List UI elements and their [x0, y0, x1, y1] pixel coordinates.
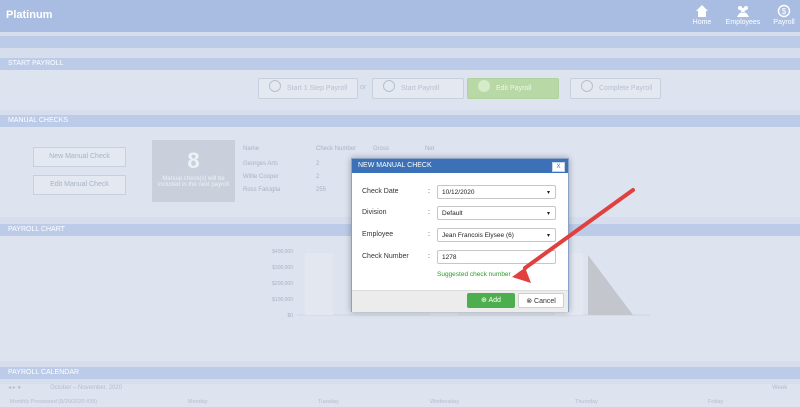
table-cell-name: Georges Arts [243, 161, 279, 167]
table-cell-name: Willie Cooper [243, 174, 279, 180]
svg-text:$: $ [782, 7, 787, 16]
nav-label: Home [692, 19, 712, 26]
close-icon[interactable]: X [552, 162, 565, 172]
nav-label: Employees [725, 19, 761, 26]
nav-label: Payroll [773, 19, 795, 26]
step-number-icon [269, 80, 281, 92]
calendar-day-header: Wednesday [430, 399, 459, 405]
column-header-check-number: Check Number [316, 146, 357, 152]
step-circle-icon [581, 80, 593, 92]
cancel-button[interactable]: ⊗ Cancel [518, 293, 564, 308]
employee-label: Employee [362, 231, 394, 238]
calendar-day-header: Monday [188, 399, 208, 405]
payroll-icon: $ [777, 4, 791, 18]
column-header-name: Name [243, 146, 260, 152]
manual-check-count: 8 [187, 148, 200, 173]
manual-check-count-note: Manual check(s) will be included in the … [157, 176, 230, 188]
calendar-day-header: Thursday [575, 399, 598, 405]
cancel-circle-icon: ⊗ [526, 298, 533, 305]
sub-bar [0, 36, 800, 48]
colon: : [428, 231, 430, 238]
employee-select[interactable]: Jean Francois Elysee (6) ▾ [437, 228, 556, 242]
calendar-day-header: Friday [708, 399, 724, 405]
table-cell-check: 2 [316, 161, 320, 167]
colon: : [428, 188, 430, 195]
table-cell-check: 255 [316, 187, 327, 193]
new-manual-check-button[interactable]: New Manual Check [33, 147, 126, 167]
dialog-header: NEW MANUAL CHECK [352, 159, 568, 173]
calendar-view-button[interactable]: Week [772, 385, 787, 391]
edit-manual-check-button[interactable]: Edit Manual Check [33, 175, 126, 195]
calendar-event[interactable]: Monthly Processed (8/20/2020 #39) [10, 399, 97, 405]
caret-down-icon: ▾ [546, 233, 550, 239]
chart-area [588, 255, 633, 315]
check-date-label: Check Date [362, 188, 399, 195]
start-payroll-button[interactable]: Start Payroll [372, 78, 464, 99]
nav-home[interactable]: Home [683, 2, 721, 32]
colon: : [428, 253, 430, 260]
check-number-label: Check Number [362, 253, 409, 260]
column-header-gross: Gross [373, 146, 390, 152]
calendar-range[interactable]: October – November, 2020 [50, 385, 122, 391]
calendar-day-header: Tuesday [318, 399, 339, 405]
column-header-net: Net [425, 146, 435, 152]
chart-column [305, 253, 333, 315]
table-cell-check: 2 [316, 174, 320, 180]
division-label: Division [362, 209, 387, 216]
start-payroll-header: START PAYROLL [0, 58, 800, 70]
colon: : [428, 209, 430, 216]
nav-employees[interactable]: Employees [724, 2, 762, 32]
division-select[interactable]: Default ▾ [437, 206, 556, 220]
start-one-step-payroll-button[interactable]: Start 1 Step Payroll [258, 78, 358, 99]
dialog-title: NEW MANUAL CHECK [358, 162, 432, 169]
edit-payroll-button[interactable]: Edit Payroll [467, 78, 559, 99]
new-manual-check-dialog: NEW MANUAL CHECK X Check Date : 10/12/20… [351, 158, 569, 312]
check-number-input[interactable]: 1278 [437, 250, 556, 264]
users-icon [737, 6, 749, 17]
nav-payroll[interactable]: $ Payroll [765, 2, 800, 32]
caret-down-icon: ▾ [546, 211, 550, 217]
y-axis-labels: $400,000 $300,000 $200,000 $100,000 $0 [272, 249, 293, 319]
check-icon [383, 80, 395, 92]
manual-checks-header: MANUAL CHECKS [0, 115, 800, 127]
table-cell-name: Ross Falciglia [243, 187, 281, 193]
plus-circle-icon: ⊕ [481, 297, 487, 304]
step-number-icon [478, 80, 490, 92]
app-logo[interactable]: Platinum [6, 9, 52, 21]
suggested-check-number-hint: Suggested check number [437, 271, 511, 278]
y-tick-label: $400,000 [272, 249, 293, 255]
y-tick-label: $0 [287, 313, 293, 319]
y-tick-label: $100,000 [272, 297, 293, 303]
add-button[interactable]: ⊕ Add [467, 293, 515, 308]
calendar-nav[interactable]: ◂ ▸ ● [8, 384, 21, 391]
complete-payroll-button[interactable]: Complete Payroll [570, 78, 661, 99]
manual-check-count-box: 8 Manual check(s) will be included in th… [152, 140, 235, 202]
home-icon [696, 5, 708, 17]
payroll-calendar-header: PAYROLL CALENDAR [0, 367, 800, 379]
y-tick-label: $300,000 [272, 265, 293, 271]
top-bar [0, 0, 800, 32]
y-tick-label: $200,000 [272, 281, 293, 287]
or-separator: or [360, 84, 367, 91]
caret-down-icon: ▾ [546, 190, 550, 196]
check-date-select[interactable]: 10/12/2020 ▾ [437, 185, 556, 199]
